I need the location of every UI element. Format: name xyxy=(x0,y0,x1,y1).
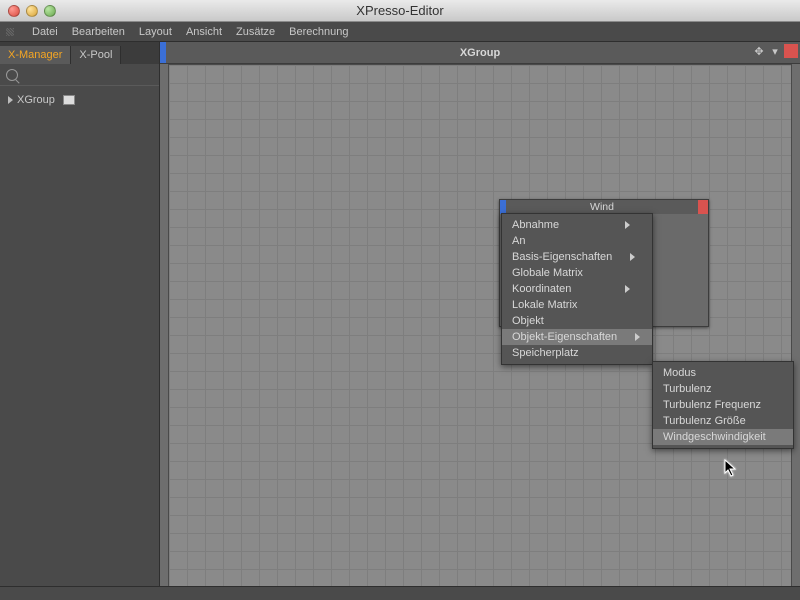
submenu-arrow-icon xyxy=(625,221,630,229)
ctx-item-speicherplatz[interactable]: Speicherplatz xyxy=(502,345,652,361)
submenu: Modus Turbulenz Turbulenz Frequenz Turbu… xyxy=(652,361,794,449)
ctx-item-globale-matrix[interactable]: Globale Matrix xyxy=(502,265,652,281)
node-output-port[interactable] xyxy=(698,200,708,214)
sub-item-turbulenz[interactable]: Turbulenz xyxy=(653,381,793,397)
ctx-item-basis[interactable]: Basis-Eigenschaften xyxy=(502,249,652,265)
window-title: XPresso-Editor xyxy=(0,3,800,18)
menu-zusaetze[interactable]: Zusätze xyxy=(236,26,275,38)
canvas-header: XGroup ✥ ▾ xyxy=(160,42,800,64)
tree-badge-icon xyxy=(63,95,75,105)
submenu-arrow-icon xyxy=(635,333,640,341)
menu-ansicht[interactable]: Ansicht xyxy=(186,26,222,38)
header-right-marker xyxy=(784,44,798,58)
tree: XGroup xyxy=(0,86,159,114)
search-row xyxy=(0,64,159,86)
disclosure-icon[interactable] xyxy=(8,96,13,104)
node-title: Wind xyxy=(506,201,698,213)
sub-item-windgeschwindigkeit[interactable]: Windgeschwindigkeit xyxy=(653,429,793,445)
tab-x-manager[interactable]: X-Manager xyxy=(0,46,71,64)
ctx-item-objekt[interactable]: Objekt xyxy=(502,313,652,329)
sub-item-turbulenz-frequenz[interactable]: Turbulenz Frequenz xyxy=(653,397,793,413)
sub-item-modus[interactable]: Modus xyxy=(653,365,793,381)
ctx-item-lokale-matrix[interactable]: Lokale Matrix xyxy=(502,297,652,313)
sidebar-tabs: X-Manager X-Pool xyxy=(0,42,159,64)
statusbar xyxy=(0,586,800,600)
menubar: Datei Bearbeiten Layout Ansicht Zusätze … xyxy=(0,22,800,42)
collapse-icon[interactable]: ▾ xyxy=(768,44,782,58)
xgroup-grid[interactable]: Wind Abnahme An Basis-Eigenschaften Glob… xyxy=(168,64,792,592)
titlebar: XPresso-Editor xyxy=(0,0,800,22)
ctx-item-an[interactable]: An xyxy=(502,233,652,249)
tree-item-label: XGroup xyxy=(17,94,55,106)
ctx-item-abnahme[interactable]: Abnahme xyxy=(502,217,652,233)
menu-bearbeiten[interactable]: Bearbeiten xyxy=(72,26,125,38)
menu-berechnung[interactable]: Berechnung xyxy=(289,26,348,38)
grip-icon xyxy=(6,28,14,36)
tab-x-pool[interactable]: X-Pool xyxy=(71,46,121,64)
search-icon[interactable] xyxy=(6,69,18,81)
submenu-arrow-icon xyxy=(625,285,630,293)
ctx-item-koordinaten[interactable]: Koordinaten xyxy=(502,281,652,297)
canvas[interactable]: XGroup ✥ ▾ Wind Abnahme An Basis-Eigensc… xyxy=(160,42,800,600)
move-icon[interactable]: ✥ xyxy=(752,44,766,58)
menu-layout[interactable]: Layout xyxy=(139,26,172,38)
tree-item-xgroup[interactable]: XGroup xyxy=(4,92,155,108)
sub-item-turbulenz-groesse[interactable]: Turbulenz Größe xyxy=(653,413,793,429)
submenu-arrow-icon xyxy=(630,253,635,261)
ctx-item-objekt-eigenschaften[interactable]: Objekt-Eigenschaften xyxy=(502,329,652,345)
cursor-icon xyxy=(724,459,738,480)
context-menu: Abnahme An Basis-Eigenschaften Globale M… xyxy=(501,213,653,365)
sidebar: X-Manager X-Pool XGroup xyxy=(0,42,160,600)
canvas-title: XGroup xyxy=(160,47,800,59)
menu-datei[interactable]: Datei xyxy=(32,26,58,38)
